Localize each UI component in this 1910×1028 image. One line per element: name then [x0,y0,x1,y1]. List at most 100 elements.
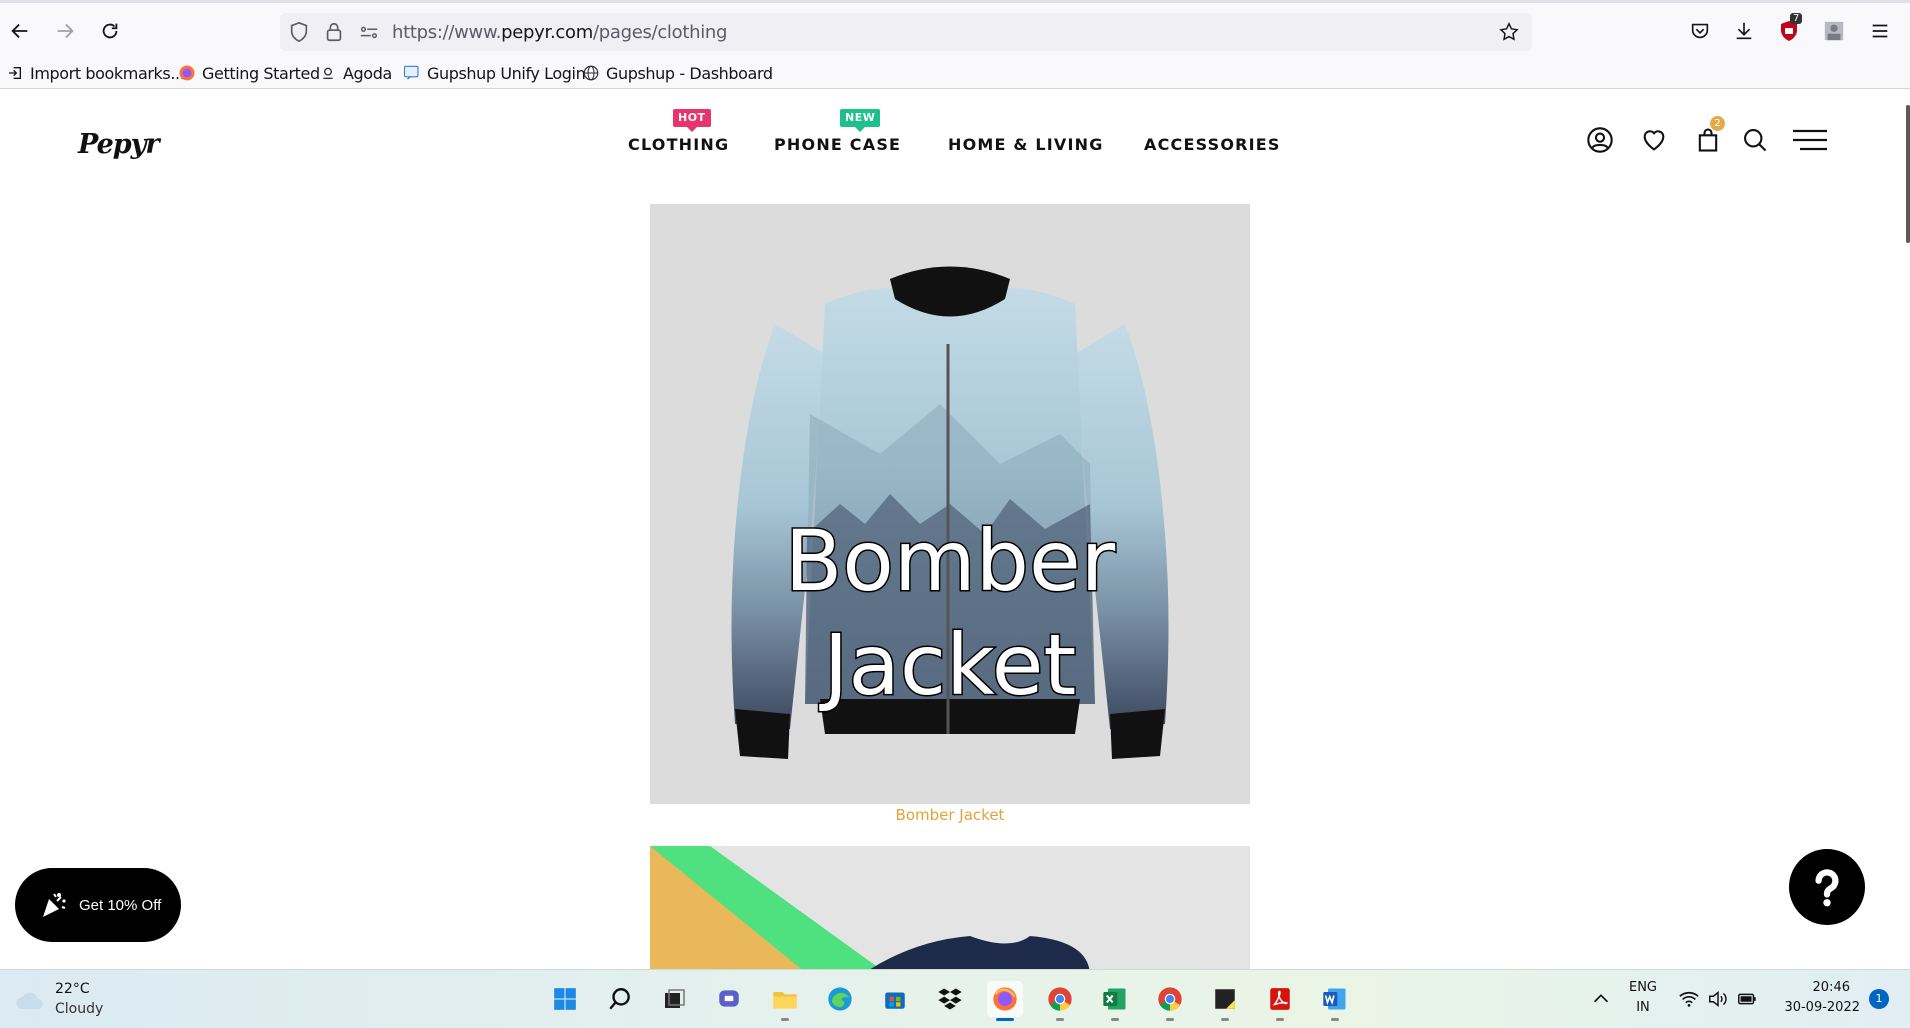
nav-accessories[interactable]: ACCESSORIES [1144,135,1281,154]
edge-icon [828,987,852,1011]
bookmark-label: Agoda [343,63,392,83]
extension-button[interactable]: 7 [1776,13,1803,44]
bookmark-gupshup-dashboard[interactable]: Gupshup - Dashboard [582,62,773,84]
account-button[interactable] [1583,123,1617,157]
shield-icon[interactable] [288,21,310,43]
battery-icon [1738,993,1756,1005]
taskbar-word-button[interactable] [1317,981,1353,1021]
bookmark-label: Gupshup - Dashboard [606,63,773,83]
url-text[interactable]: https://www.pepyr.com/pages/clothing [392,22,727,43]
language-indicator[interactable]: ENG IN [1625,980,1661,1020]
windows-taskbar: 22°C Cloudy ENG IN 20:46 30-09-2022 1 [0,969,1910,1028]
running-indicator [996,1018,1014,1021]
search-icon [1744,129,1767,152]
reload-button[interactable] [96,17,124,45]
forward-button[interactable] [51,17,79,45]
clock[interactable]: 20:46 30-09-2022 [1770,980,1860,1020]
star-icon[interactable] [1498,21,1520,43]
help-button[interactable] [1789,849,1865,925]
weather-widget[interactable]: 22°C Cloudy [14,979,114,1019]
downloads-button[interactable] [1731,18,1757,44]
cart-count-badge: 2 [1710,116,1725,131]
running-indicator [1056,1018,1064,1021]
back-button[interactable] [6,17,34,45]
taskbar-chrome-button[interactable] [1042,981,1078,1021]
pocket-icon [1691,23,1709,39]
clock-date: 30-09-2022 [1784,1000,1860,1015]
taskbar-file-explorer-button[interactable] [767,981,803,1021]
notification-badge[interactable]: 1 [1869,989,1889,1009]
bookmark-label: Getting Started [202,63,320,83]
nav-phone-case[interactable]: PHONE CASE [774,135,901,154]
page-scrollbar[interactable] [1906,105,1910,243]
nav-home-living[interactable]: HOME & LIVING [948,135,1104,154]
user-icon [1587,127,1613,153]
product-card-bomber-jacket[interactable]: Bomber Jacket [650,204,1250,804]
bookmark-agoda[interactable]: Agoda [319,62,392,84]
running-indicator [781,1018,789,1021]
task-view-icon [665,989,685,1008]
bookmark-getting-started[interactable]: Getting Started [178,62,320,84]
confetti-icon [43,893,66,917]
region-code: IN [1636,1000,1650,1015]
profile-button[interactable] [1821,18,1847,44]
download-icon [1736,22,1752,40]
wifi-status[interactable] [1678,988,1700,1015]
reload-icon [102,23,118,39]
url-bar[interactable]: https://www.pepyr.com/pages/clothing [280,13,1532,51]
taskbar-dropbox-button[interactable] [932,981,968,1017]
search-button[interactable] [1738,123,1772,157]
bookmark-import[interactable]: Import bookmarks... [6,62,185,84]
taskbar-store-button[interactable] [877,981,913,1017]
taskbar-excel-button[interactable] [1097,981,1133,1021]
heart-icon [1643,130,1665,151]
bookmark-gupshup-unify[interactable]: Gupshup Unify Login [403,62,586,84]
dropbox-icon [938,988,962,1010]
taskbar-search-button[interactable] [602,981,638,1017]
hamburger-icon [1793,129,1827,151]
taskbar-chrome-profile-button[interactable] [1152,981,1188,1021]
taskbar-start-button[interactable] [547,981,583,1017]
store-icon [885,992,905,1009]
site-menu-button[interactable] [1790,123,1830,157]
running-indicator [1276,1018,1284,1021]
language-code: ENG [1628,980,1657,995]
battery-status[interactable] [1736,988,1758,1015]
web-page: Pepyr HOT NEW CLOTHING PHONE CASE HOME &… [0,89,1910,969]
taskbar-acrobat-button[interactable] [1262,981,1298,1021]
product-title-overlay: Bomber Jacket [650,509,1250,717]
globe-icon [582,64,600,82]
chevron-up-icon [1593,994,1609,1003]
url-prefix: https://www. [392,22,502,43]
firefox-icon [178,64,196,82]
pocket-button[interactable] [1687,18,1713,44]
wishlist-button[interactable] [1637,123,1671,157]
running-indicator [1331,1018,1339,1021]
word-icon [1323,988,1346,1010]
taskbar-firefox-button[interactable] [987,981,1023,1021]
lock-icon[interactable] [323,21,345,43]
nav-clothing[interactable]: CLOTHING [628,135,729,154]
extension-badge: 7 [1790,13,1803,24]
weather-temperature: 22°C [55,981,90,997]
folder-icon [773,992,797,1009]
wifi-icon [1679,991,1699,1007]
taskbar-sticky-notes-button[interactable] [1207,981,1243,1021]
taskbar-edge-button[interactable] [822,981,858,1017]
url-path: /pages/clothing [592,22,728,43]
menu-button[interactable] [1867,18,1893,44]
taskbar-teams-button[interactable] [711,981,747,1017]
permissions-icon[interactable] [358,21,380,43]
chrome-icon [1158,987,1182,1011]
site-logo[interactable]: Pepyr [78,129,160,160]
overlay-line-1: Bomber [783,511,1116,612]
hamburger-icon [1872,24,1888,38]
taskbar-task-view-button[interactable] [656,981,692,1017]
volume-status[interactable] [1707,988,1729,1015]
product-card-next[interactable] [650,846,1250,969]
arrow-right-icon [57,23,74,39]
new-badge: NEW [840,109,881,132]
discount-promo-button[interactable]: Get 10% Off [15,868,181,942]
tray-overflow-button[interactable] [1590,988,1612,1010]
product-caption[interactable]: Bomber Jacket [650,806,1250,824]
